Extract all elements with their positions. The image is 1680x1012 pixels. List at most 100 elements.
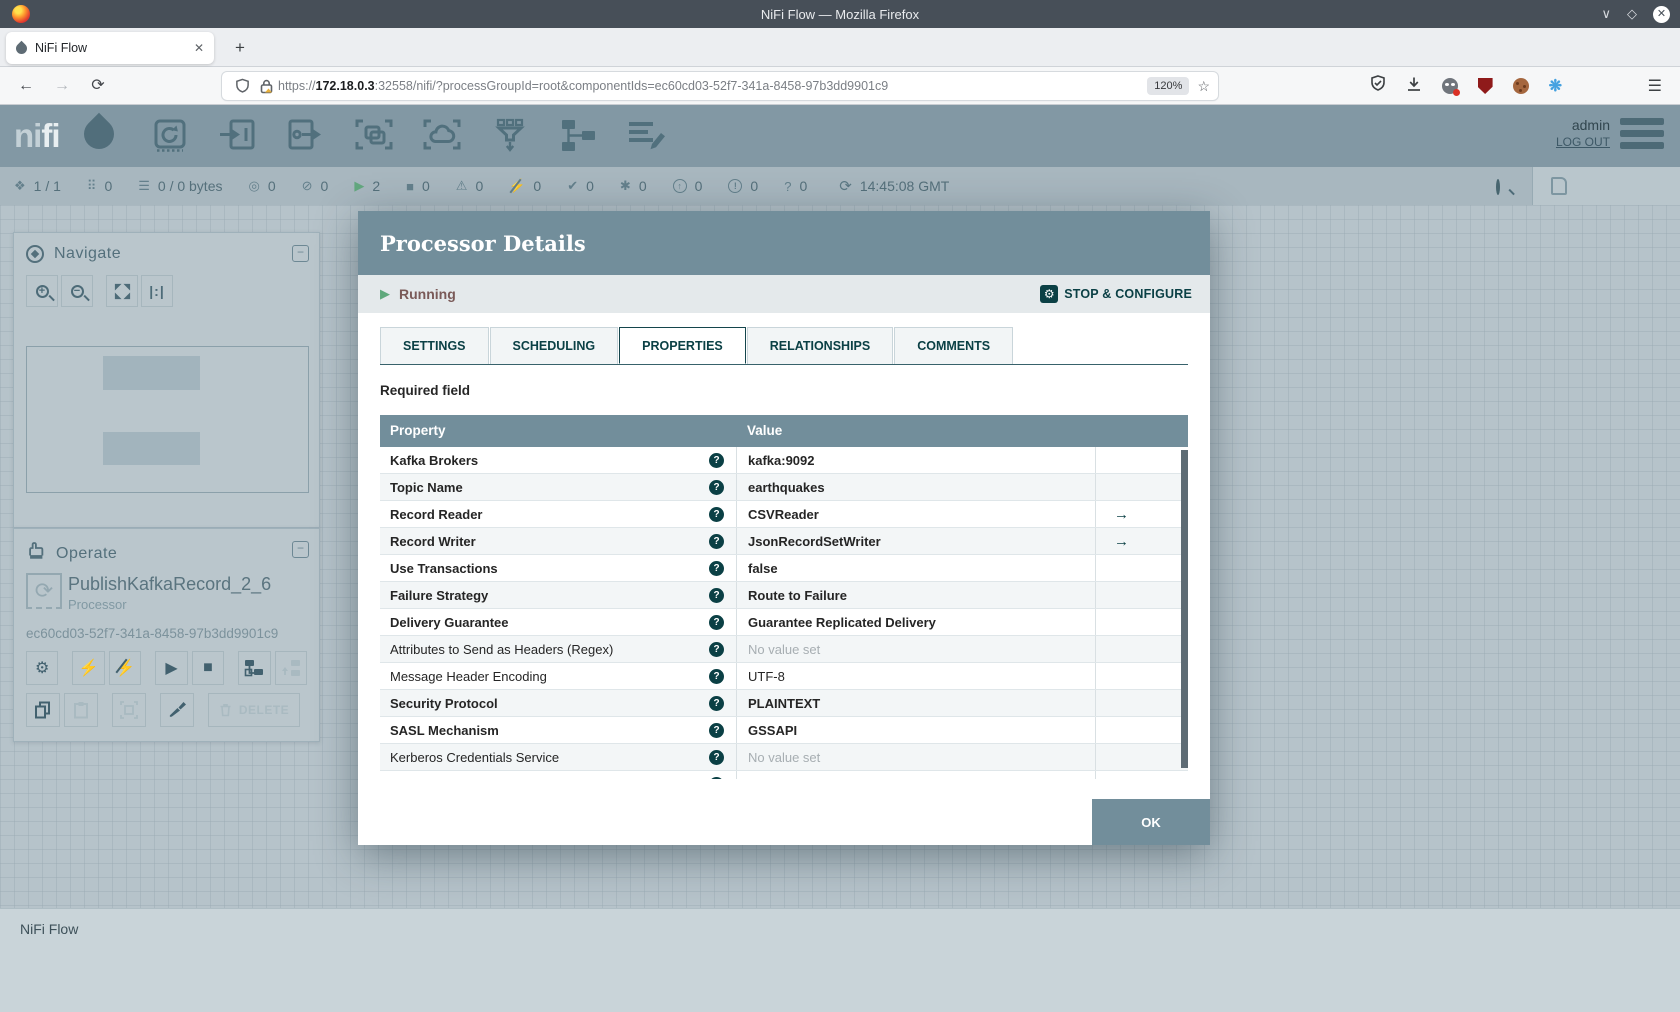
help-icon[interactable]: ?: [709, 560, 724, 576]
tab-properties[interactable]: PROPERTIES: [619, 327, 746, 364]
enable-button[interactable]: ⚡: [72, 651, 105, 685]
global-menu-icon[interactable]: [1620, 118, 1664, 154]
lock-icon[interactable]: [260, 79, 273, 94]
stop-and-configure-button[interactable]: ⚙ STOP & CONFIGURE: [1040, 285, 1192, 303]
start-button[interactable]: ▶: [155, 651, 188, 685]
tab-scheduling[interactable]: SCHEDULING: [489, 327, 619, 364]
birdseye-minimap[interactable]: [26, 346, 309, 493]
help-icon[interactable]: ?: [709, 587, 724, 603]
template-icon[interactable]: [558, 116, 598, 156]
forward-button[interactable]: →: [50, 74, 74, 98]
logout-link[interactable]: LOG OUT: [1556, 135, 1610, 149]
process-group-icon[interactable]: [354, 116, 394, 156]
new-tab-button[interactable]: +: [228, 36, 252, 60]
back-button[interactable]: ←: [14, 74, 38, 98]
group-button[interactable]: [112, 693, 146, 727]
zoom-out-button[interactable]: −: [61, 275, 93, 307]
window-minimize-button[interactable]: ∨: [1601, 6, 1611, 22]
table-row[interactable]: Topic Name ? earthquakes →: [380, 474, 1188, 501]
operate-palette: Operate − ⟳ PublishKafkaRecord_2_6 Proce…: [13, 528, 320, 742]
operate-title: Operate: [56, 544, 118, 562]
help-icon[interactable]: ?: [709, 452, 724, 468]
extension-mask-icon[interactable]: [1441, 78, 1460, 96]
help-icon[interactable]: ?: [709, 506, 724, 522]
shield-icon[interactable]: [235, 78, 250, 94]
table-row[interactable]: Attributes to Send as Headers (Regex) ? …: [380, 636, 1188, 663]
zoom-in-button[interactable]: +: [26, 275, 58, 307]
flow-version-revert-button[interactable]: [274, 651, 307, 685]
extension-asterisk-icon[interactable]: ❋: [1549, 76, 1562, 96]
go-to-service-icon[interactable]: →: [1096, 533, 1129, 550]
pocket-shield-icon[interactable]: [1370, 75, 1386, 97]
cookie-extension-icon[interactable]: [1512, 78, 1529, 94]
table-scrollbar-thumb[interactable]: [1181, 450, 1188, 768]
remote-process-group-icon[interactable]: [422, 116, 462, 156]
funnel-icon[interactable]: [490, 116, 530, 156]
help-icon[interactable]: ?: [709, 479, 724, 495]
table-row[interactable]: Record Writer ? JsonRecordSetWriter →: [380, 528, 1188, 555]
input-port-icon[interactable]: [218, 116, 258, 156]
ok-button[interactable]: OK: [1092, 799, 1210, 845]
table-row[interactable]: Record Reader ? CSVReader →: [380, 501, 1188, 528]
status-item: ↑ 0: [672, 178, 702, 194]
table-row[interactable]: Kerberos Credentials Service ? No value …: [380, 744, 1188, 771]
table-row[interactable]: Delivery Guarantee ? Guarantee Replicate…: [380, 609, 1188, 636]
collapse-navigate-button[interactable]: −: [292, 245, 309, 262]
status-item: ⚡ 0: [509, 178, 542, 194]
copy-button[interactable]: [26, 693, 60, 727]
collapse-operate-button[interactable]: −: [292, 541, 309, 558]
hand-icon: [26, 541, 46, 566]
tab-settings[interactable]: SETTINGS: [380, 327, 489, 364]
help-icon[interactable]: ?: [709, 776, 724, 779]
page-zoom-badge[interactable]: 120%: [1147, 77, 1190, 95]
zoom-actual-button[interactable]: |:|: [141, 275, 173, 307]
window-close-button[interactable]: ✕: [1653, 5, 1670, 23]
stop-button[interactable]: ■: [191, 651, 225, 685]
tab-relationships[interactable]: RELATIONSHIPS: [746, 327, 894, 364]
table-row[interactable]: Kafka Brokers ? kafka:9092 →: [380, 447, 1188, 474]
help-icon[interactable]: ?: [709, 668, 724, 684]
bulletin-board-strip[interactable]: [1532, 167, 1680, 205]
help-icon[interactable]: ?: [709, 749, 724, 765]
go-to-service-icon[interactable]: →: [1096, 506, 1129, 523]
zoom-fit-button[interactable]: [106, 275, 138, 307]
processor-icon[interactable]: [150, 116, 190, 156]
table-row[interactable]: Use Transactions ? false →: [380, 555, 1188, 582]
configure-button[interactable]: ⚙: [26, 651, 59, 685]
screen: NiFi Flow — Mozilla Firefox ∨ ◇ ✕ NiFi F…: [0, 0, 1680, 1012]
url-bar[interactable]: https://172.18.0.3:32558/nifi/?processGr…: [222, 72, 1218, 100]
reload-button[interactable]: ⟳: [86, 74, 110, 98]
paste-button[interactable]: [64, 693, 98, 727]
table-row[interactable]: SASL Mechanism ? GSSAPI →: [380, 717, 1188, 744]
output-port-icon[interactable]: [286, 116, 326, 156]
table-row[interactable]: Message Header Encoding ? UTF-8 →: [380, 663, 1188, 690]
window-maximize-button[interactable]: ◇: [1627, 6, 1637, 22]
property-value: GSSAPI: [748, 722, 798, 738]
firefox-menu-icon[interactable]: ☰: [1648, 76, 1662, 96]
flow-version-save-button[interactable]: [238, 651, 271, 685]
table-row[interactable]: Security Protocol ? PLAINTEXT →: [380, 690, 1188, 717]
color-brush-button[interactable]: [160, 693, 194, 727]
table-row[interactable]: ? →: [380, 771, 1188, 779]
delete-button[interactable]: DELETE: [208, 693, 300, 727]
ublock-shield-icon[interactable]: [1477, 78, 1493, 94]
breadcrumb[interactable]: NiFi Flow: [0, 909, 1680, 937]
help-icon[interactable]: ?: [709, 641, 724, 657]
help-icon[interactable]: ?: [709, 722, 724, 738]
bookmark-star-icon[interactable]: ☆: [1197, 78, 1210, 95]
table-row[interactable]: Failure Strategy ? Route to Failure →: [380, 582, 1188, 609]
property-name: Kafka Brokers: [390, 452, 479, 468]
disable-button[interactable]: ⚡: [108, 651, 142, 685]
help-icon[interactable]: ?: [709, 614, 724, 630]
tab-comments[interactable]: COMMENTS: [894, 327, 1014, 364]
download-icon[interactable]: [1406, 76, 1422, 97]
status-item: ❖ 1 / 1: [14, 178, 61, 194]
refresh-icon[interactable]: ⟳: [839, 177, 852, 195]
search-icon[interactable]: [1496, 175, 1500, 195]
disabled-icon: ⚡: [509, 178, 526, 193]
browser-tab[interactable]: NiFi Flow ✕: [6, 32, 214, 64]
help-icon[interactable]: ?: [709, 533, 724, 549]
label-icon[interactable]: [626, 116, 666, 156]
tab-close-icon[interactable]: ✕: [194, 41, 204, 55]
help-icon[interactable]: ?: [709, 695, 724, 711]
